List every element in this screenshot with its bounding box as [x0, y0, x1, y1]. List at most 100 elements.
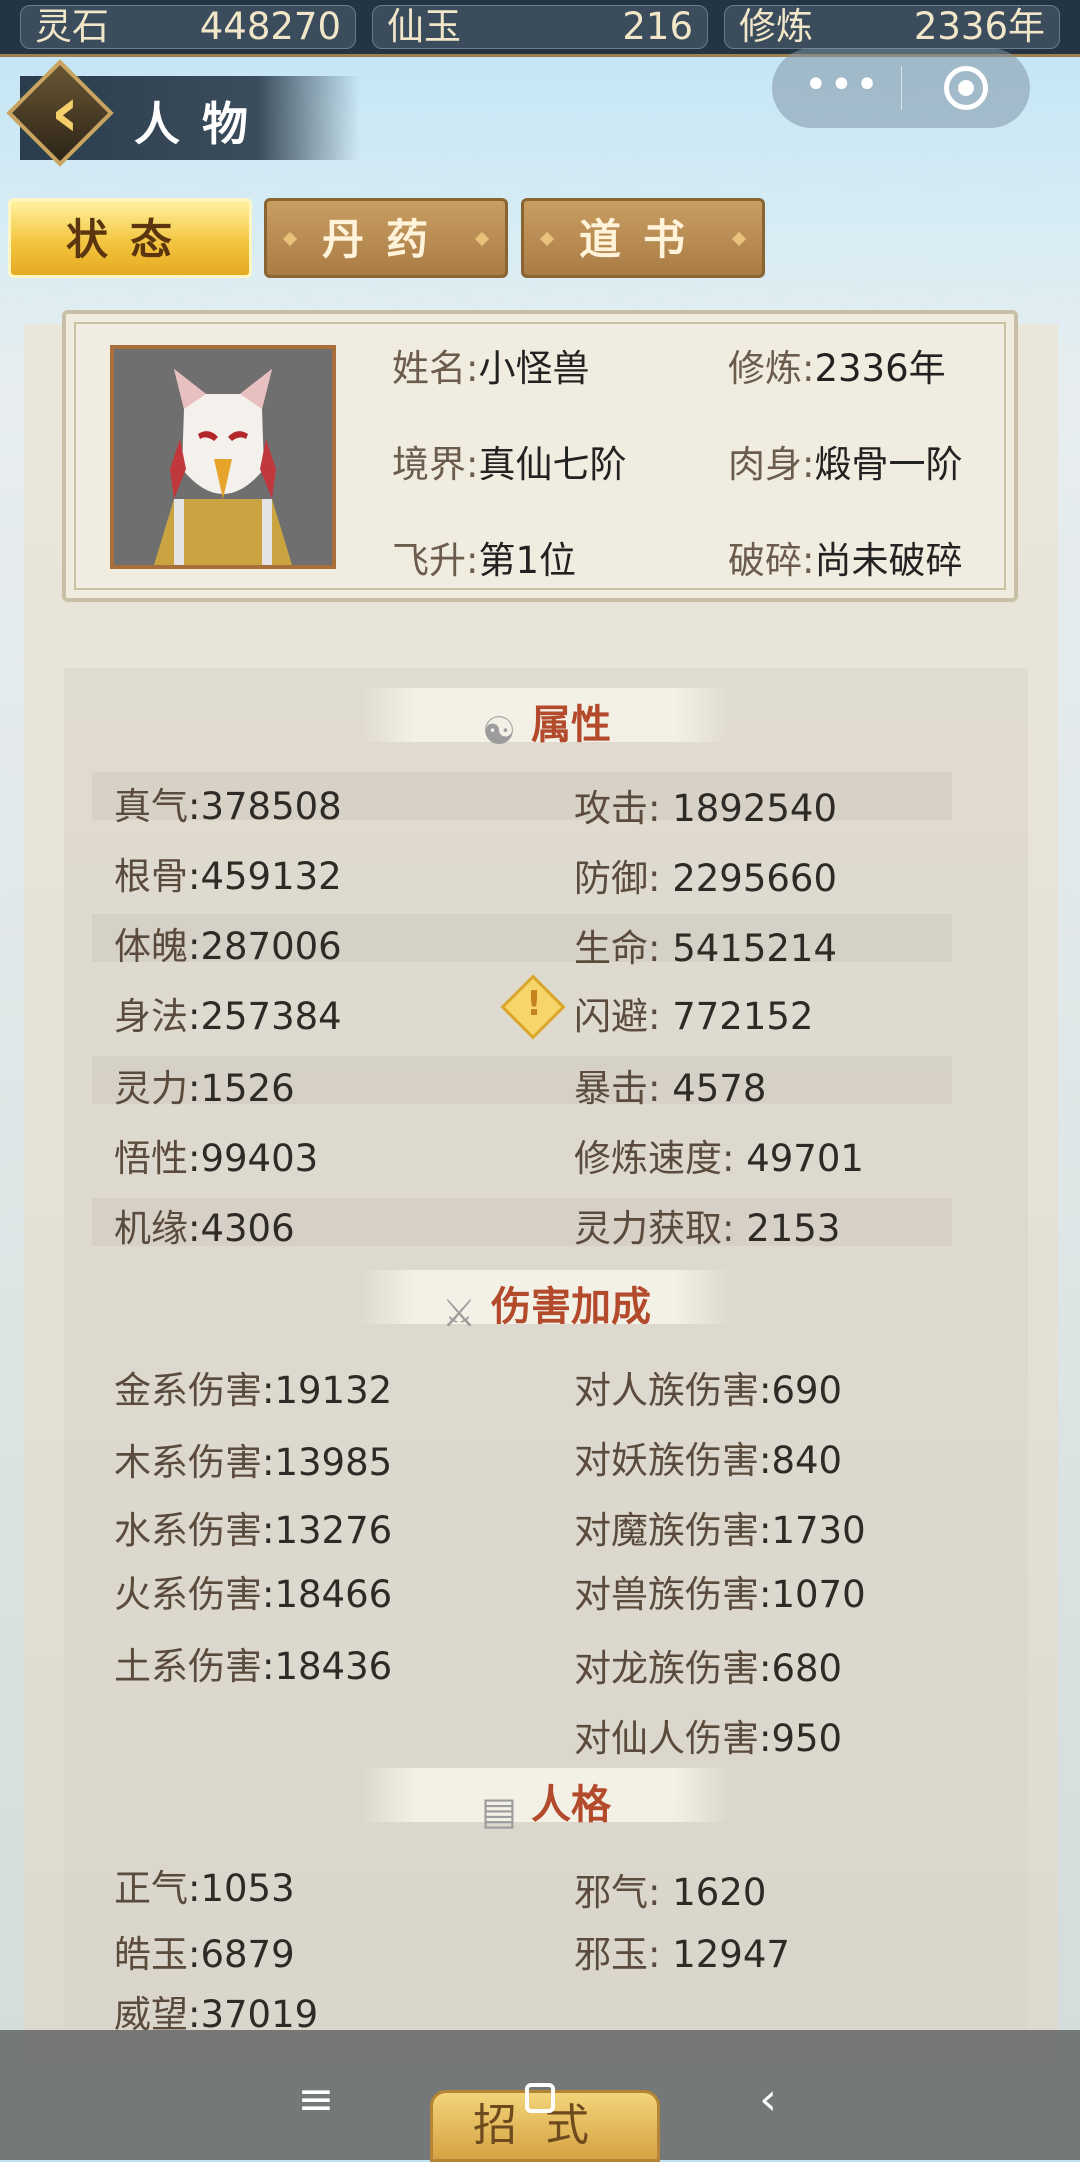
stat-value: :19132 [262, 1369, 393, 1412]
stat-label: 闪避: [574, 995, 661, 1038]
stat-crit: 暴击: 4578 [574, 1058, 766, 1112]
stat-label: 灵力 [114, 1067, 188, 1110]
target-icon[interactable] [944, 66, 988, 110]
stat-label: 火系伤害 [114, 1573, 262, 1616]
profile-name: 姓名:小怪兽 [392, 338, 589, 392]
stat-value: 1620 [660, 1871, 767, 1914]
personality-evil: 邪气: 1620 [574, 1862, 766, 1916]
damage-vs-human: 对人族伤害:690 [574, 1360, 842, 1414]
home-square-icon[interactable] [525, 2083, 555, 2113]
damage-vs-dragon: 对龙族伤害:680 [574, 1638, 842, 1692]
crossed-swords-icon: ⚔ [441, 1291, 477, 1335]
stat-label: 暴击: [574, 1067, 661, 1110]
stat-label: 机缘 [114, 1207, 188, 1250]
stat-label: 灵力获取: [574, 1207, 735, 1250]
stat-value: :1526 [188, 1067, 295, 1110]
stat-label: 木系伤害 [114, 1441, 262, 1484]
profile-ascend: 飞升:第1位 [392, 530, 576, 584]
section-damage: ⚔ 伤害加成 [360, 1270, 730, 1333]
stat-attack: 攻击: 1892540 [574, 778, 837, 832]
stat-value: :840 [759, 1439, 843, 1482]
stat-label: 对龙族伤害 [574, 1647, 759, 1690]
resource-label: 修炼 [739, 5, 813, 48]
stat-wuxing: 悟性:99403 [114, 1128, 318, 1182]
stat-value: :680 [759, 1647, 843, 1690]
profile-value: 尚未破碎 [814, 539, 963, 582]
tab-status[interactable]: 状态 [8, 198, 252, 278]
tab-pills[interactable]: 丹药 [264, 198, 508, 278]
stat-value: :378508 [188, 785, 342, 828]
resource-label: 仙玉 [387, 5, 461, 48]
damage-vs-immortal: 对仙人伤害:950 [574, 1708, 842, 1762]
stat-label: 对仙人伤害 [574, 1717, 759, 1760]
resource-value: 2336年 [913, 5, 1045, 48]
resource-spirit-stone: 灵石 448270 [20, 5, 356, 49]
stat-label: 修炼速度: [574, 1137, 735, 1180]
tab-ornament [474, 231, 490, 247]
stat-value: :459132 [188, 855, 342, 898]
stat-value: 5415214 [660, 927, 838, 970]
more-dots-icon[interactable]: ••• [804, 60, 879, 110]
stat-health: 生命: 5415214 [574, 918, 837, 972]
resource-label: 灵石 [35, 5, 109, 48]
stat-value: :287006 [188, 925, 342, 968]
profile-label: 境界: [392, 443, 479, 486]
tab-books[interactable]: 道书 [521, 198, 765, 278]
stat-label: 土系伤害 [114, 1645, 262, 1688]
profile-realm: 境界:真仙七阶 [392, 434, 626, 488]
stat-value: 2153 [734, 1207, 841, 1250]
menu-icon[interactable]: ≡ [286, 2070, 346, 2130]
stat-value: :1053 [188, 1867, 295, 1910]
mini-program-capsule: ••• [772, 48, 1030, 128]
profile-label: 肉身: [728, 443, 815, 486]
damage-metal: 金系伤害:19132 [114, 1360, 392, 1414]
profile-value: 小怪兽 [478, 347, 590, 390]
scroll-icon: ▤ [481, 1789, 517, 1833]
stat-value: 49701 [734, 1137, 864, 1180]
personality-evil-jade: 邪玉: 12947 [574, 1924, 790, 1978]
tab-label: 丹药 [321, 215, 450, 264]
stat-label: 攻击: [574, 787, 661, 830]
stat-label: 邪玉: [574, 1933, 661, 1976]
stat-tipo: 体魄:287006 [114, 916, 342, 970]
stat-value: :18436 [262, 1645, 393, 1688]
stat-value: :950 [759, 1717, 843, 1760]
damage-vs-devil: 对魔族伤害:1730 [574, 1500, 866, 1554]
stat-label: 根骨 [114, 855, 188, 898]
stat-value: 4578 [660, 1067, 767, 1110]
stat-gengu: 根骨:459132 [114, 846, 342, 900]
section-personality: ▤ 人格 [360, 1768, 730, 1831]
profile-cultivation: 修炼:2336年 [728, 338, 946, 392]
stat-value: 2295660 [660, 857, 838, 900]
profile-body: 肉身:煅骨一阶 [728, 434, 962, 488]
stat-defense: 防御: 2295660 [574, 848, 837, 902]
chevron-left-icon[interactable]: ‹ [35, 77, 95, 147]
tab-ornament [282, 231, 298, 247]
stat-value: 772152 [660, 995, 814, 1038]
stat-label: 体魄 [114, 925, 188, 968]
warning-mark: ! [526, 984, 542, 1024]
stat-value: 1892540 [660, 787, 838, 830]
section-title: 属性 [531, 702, 611, 748]
resource-cultivation: 修炼 2336年 [724, 5, 1060, 49]
stat-shenfa: 身法:257384 [114, 986, 342, 1040]
profile-shatter: 破碎:尚未破碎 [728, 530, 962, 584]
profile-label: 修炼: [728, 347, 815, 390]
stat-label: 水系伤害 [114, 1509, 262, 1552]
section-title: 人格 [531, 1782, 611, 1828]
stat-lingli-gain: 灵力获取: 2153 [574, 1198, 840, 1252]
stat-value: :13985 [262, 1441, 393, 1484]
stat-value: :99403 [188, 1137, 319, 1180]
yin-yang-icon: ☯ [481, 709, 517, 753]
resource-value: 216 [622, 5, 693, 48]
profile-value: 第1位 [478, 539, 577, 582]
stat-label: 金系伤害 [114, 1369, 262, 1412]
personality-righteous: 正气:1053 [114, 1858, 295, 1912]
stat-label: 对妖族伤害 [574, 1439, 759, 1482]
section-title: 伤害加成 [491, 1284, 651, 1330]
back-arrow-icon[interactable]: ‹ [738, 2070, 798, 2130]
profile-label: 飞升: [392, 539, 479, 582]
damage-water: 水系伤害:13276 [114, 1500, 392, 1554]
stat-jiyuan: 机缘:4306 [114, 1198, 295, 1252]
damage-earth: 土系伤害:18436 [114, 1636, 392, 1690]
